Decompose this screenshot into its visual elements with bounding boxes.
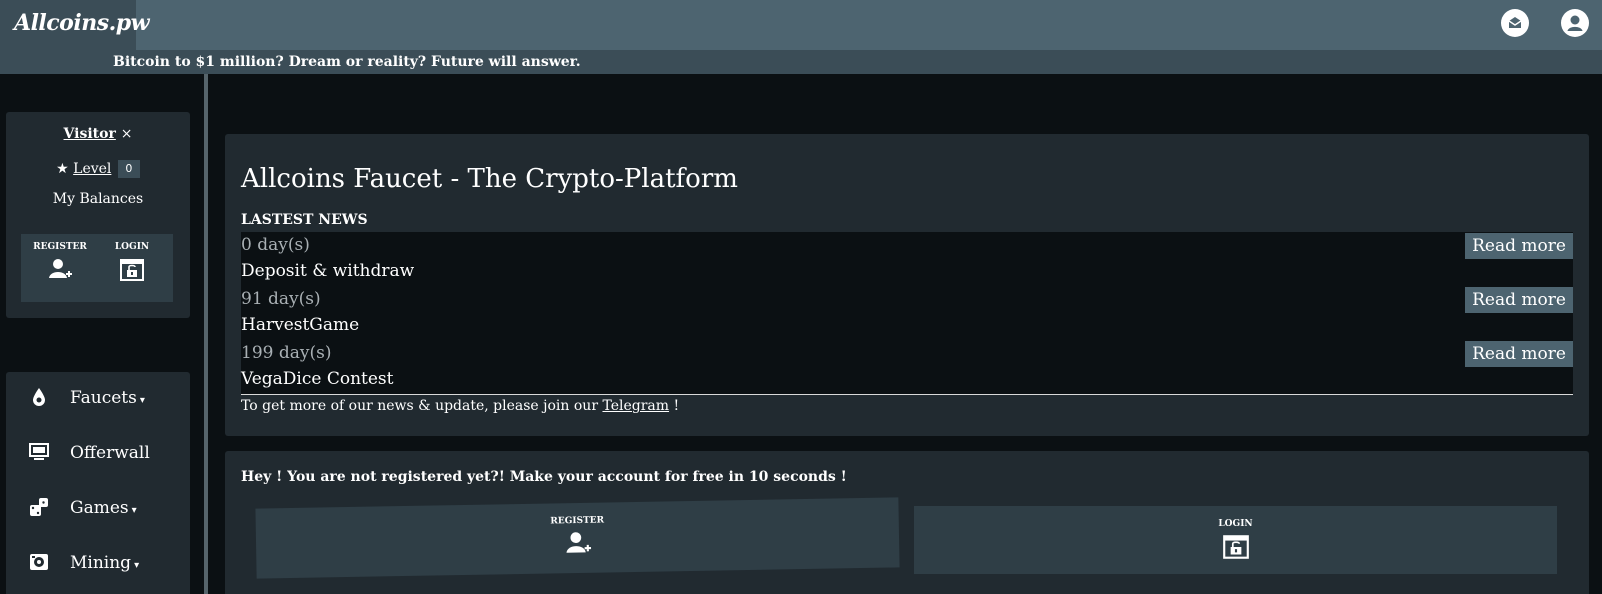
chevron-down-icon: ▾ [131, 505, 137, 516]
logo-box[interactable]: Allcoins.pw [0, 0, 150, 50]
login-big-button[interactable]: LOGIN [914, 506, 1557, 574]
login-label: LOGIN [114, 242, 150, 252]
news-item: 91 day(s) HarvestGame Read more [241, 286, 1573, 341]
nav-label-mining: Mining [70, 553, 132, 573]
visitor-row: Visitor × [6, 126, 190, 142]
read-more-button[interactable]: Read more [1465, 287, 1573, 313]
news-name: HarvestGame [241, 315, 360, 335]
news-age: 0 day(s) [241, 235, 310, 255]
close-icon[interactable]: × [121, 126, 133, 142]
nav-item-mining[interactable]: Mining ▾ [6, 543, 190, 583]
star-icon: ★ [56, 161, 69, 177]
news-item: 0 day(s) Deposit & withdraw Read more [241, 232, 1573, 287]
user-panel: Visitor × ★ Level 0 My Balances REGISTER… [6, 112, 190, 318]
mining-icon [30, 554, 48, 570]
login-button[interactable]: LOGIN [97, 242, 167, 298]
lock-window-icon [120, 259, 144, 281]
nav-item-faucets[interactable]: Faucets ▾ [6, 378, 190, 418]
read-more-button[interactable]: Read more [1465, 341, 1573, 367]
chevron-down-icon: ▾ [134, 560, 140, 571]
news-age: 199 day(s) [241, 343, 332, 363]
news-item: 199 day(s) VegaDice Contest Read more [241, 340, 1573, 395]
news-name: VegaDice Contest [241, 369, 394, 389]
dice-icon [30, 498, 48, 516]
level-badge: 0 [117, 160, 140, 178]
nav-item-offerwall[interactable]: Offerwall [6, 433, 190, 473]
news-footer: To get more of our news & update, please… [241, 398, 679, 414]
my-balances-link[interactable]: My Balances [6, 191, 190, 207]
register-prompt: Hey ! You are not registered yet?! Make … [241, 469, 847, 485]
news-footer-text: To get more of our news & update, please… [241, 398, 599, 414]
news-ticker: Bitcoin to $1 million? Dream or reality?… [0, 50, 1602, 74]
page-title: Allcoins Faucet - The Crypto-Platform [241, 164, 738, 194]
news-name: Deposit & withdraw [241, 261, 415, 281]
water-drop-icon [33, 388, 45, 406]
level-row: ★ Level 0 [6, 160, 190, 178]
nav-label-faucets: Faucets [70, 388, 137, 408]
add-user-icon [49, 259, 72, 278]
chevron-down-icon: ▾ [139, 395, 145, 406]
visitor-name[interactable]: Visitor [64, 126, 116, 142]
news-card: Allcoins Faucet - The Crypto-Platform LA… [225, 134, 1589, 436]
mail-icon[interactable] [1501, 9, 1529, 37]
news-footer-end: ! [673, 398, 680, 414]
news-heading: LASTEST NEWS [241, 212, 368, 228]
login-label: LOGIN [1218, 519, 1253, 529]
lock-window-icon [1222, 535, 1249, 559]
news-age: 91 day(s) [241, 289, 321, 309]
register-big-button[interactable]: REGISTER [255, 497, 900, 579]
sidebar-divider [204, 74, 208, 594]
side-nav: Faucets ▾ Offerwall Games ▾ Mining ▾ [6, 372, 190, 594]
register-card: Hey ! You are not registered yet?! Make … [225, 451, 1589, 594]
register-label: REGISTER [33, 242, 87, 252]
add-user-icon [565, 532, 591, 553]
nav-label-games: Games [70, 498, 129, 518]
nav-label-offerwall: Offerwall [70, 443, 150, 463]
level-link[interactable]: Level [73, 161, 111, 177]
telegram-link[interactable]: Telegram [602, 398, 669, 414]
nav-item-games[interactable]: Games ▾ [6, 488, 190, 528]
monitor-icon [29, 443, 49, 460]
register-button[interactable]: REGISTER [25, 242, 95, 298]
ticker-text: Bitcoin to $1 million? Dream or reality?… [113, 54, 581, 70]
account-icon[interactable] [1561, 9, 1589, 37]
auth-box: REGISTER LOGIN [21, 234, 173, 302]
site-logo[interactable]: Allcoins.pw [14, 10, 150, 36]
top-bar: Allcoins.pw [0, 0, 1602, 50]
read-more-button[interactable]: Read more [1465, 233, 1573, 259]
